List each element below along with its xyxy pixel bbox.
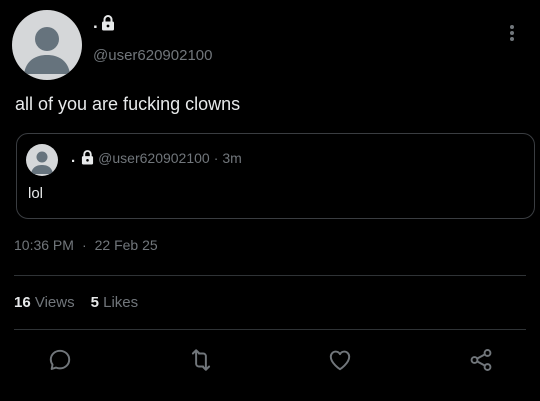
likes-stat[interactable]: 5 Likes [91, 294, 139, 311]
author-handle[interactable]: @user620902100 [93, 47, 213, 64]
like-button[interactable] [326, 346, 354, 374]
quoted-tweet-header: . @user620902100 · 3m [71, 149, 242, 166]
timestamp-separator: · [81, 237, 87, 253]
lock-icon [82, 150, 94, 165]
quoted-separator: · [213, 149, 219, 166]
views-stat[interactable]: 16 Views [14, 294, 75, 311]
reply-icon [49, 349, 71, 370]
retweet-button[interactable] [187, 346, 215, 374]
more-vertical-icon [510, 25, 514, 41]
author-name-text: . [93, 13, 98, 32]
author-avatar[interactable] [12, 10, 82, 80]
reply-button[interactable] [46, 346, 74, 374]
tweet-detail: . @user620902100 all of you are fucking … [0, 0, 540, 401]
quoted-author-handle: @user620902100 [98, 149, 210, 166]
lock-icon [101, 15, 114, 31]
retweet-icon [191, 349, 211, 371]
tweet-text: all of you are fucking clowns [15, 94, 241, 114]
views-count: 16 [14, 294, 31, 311]
likes-label: Likes [103, 294, 139, 311]
likes-count: 5 [90, 294, 99, 311]
tweet-stats: 16 Views 5 Likes [14, 294, 138, 311]
heart-icon [329, 350, 351, 371]
share-icon [470, 349, 492, 371]
views-label: Views [34, 294, 75, 311]
author-display-name[interactable]: . [93, 13, 115, 33]
more-options-button[interactable] [503, 22, 521, 44]
divider [14, 275, 526, 276]
default-avatar-icon [31, 151, 53, 174]
default-avatar-icon [24, 27, 70, 74]
tweet-timestamp: 10:36 PM · 22 Feb 25 [14, 237, 158, 253]
quoted-age: 3m [222, 149, 242, 166]
quoted-tweet-text: lol [28, 185, 44, 202]
quoted-author-name: . [71, 149, 76, 166]
tweet-time: 10:36 PM [14, 237, 74, 253]
share-button[interactable] [467, 346, 495, 374]
quoted-tweet[interactable] [16, 133, 535, 219]
quoted-author-avatar [26, 144, 58, 176]
divider [14, 329, 526, 330]
tweet-date: 22 Feb 25 [94, 237, 158, 253]
